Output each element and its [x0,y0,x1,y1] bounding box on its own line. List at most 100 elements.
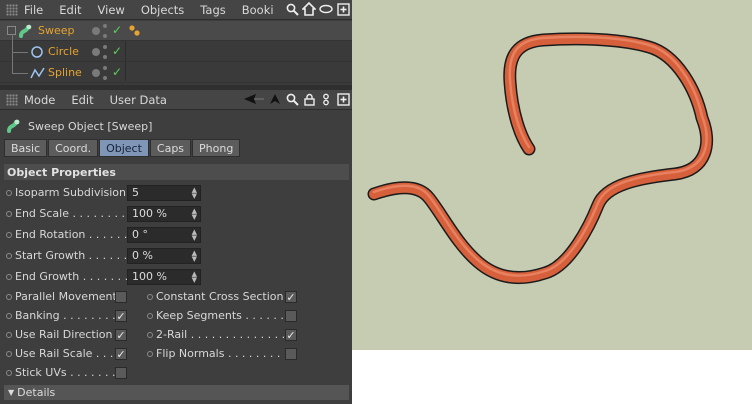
object-name-spline[interactable]: Spline [48,66,82,79]
editor-visibility-dot[interactable] [92,27,100,35]
animation-dot-icon[interactable] [147,293,153,300]
new-window-icon[interactable] [336,92,350,106]
sweep-object-icon [6,118,22,134]
animation-dot-icon[interactable] [6,210,12,217]
prop-label: Constant Cross Section [156,290,284,303]
eye-icon[interactable] [319,2,333,16]
start-growth-field[interactable]: 0 % ▲ ▼ [127,247,201,264]
menu-bookmarks[interactable]: Booki [242,3,274,17]
home-icon[interactable] [302,2,316,16]
menu-file[interactable]: File [24,3,43,17]
tab-phong[interactable]: Phong [192,139,241,157]
render-visibility-dots[interactable] [103,66,111,80]
stepper-icon[interactable]: ▲ ▼ [192,270,197,283]
menu-edit[interactable]: Edit [59,3,81,17]
field-value: 100 % [132,207,167,220]
lock-icon[interactable] [302,92,316,106]
two-rail-checkbox[interactable]: ✓ [285,328,297,341]
stepper-icon[interactable]: ▲ ▼ [192,207,197,220]
new-window-icon[interactable] [336,2,350,16]
field-value: 0 ° [132,228,148,241]
object-row-spline[interactable]: Spline ✓ [0,52,352,83]
prop-label: End Scale . . . . . . . . . [15,207,127,220]
tab-caps[interactable]: Caps [149,139,192,157]
flip-normals-checkbox[interactable] [285,347,297,360]
animation-dot-icon[interactable] [6,231,12,238]
isoparm-subdivision-field[interactable]: 5 ▲ ▼ [127,184,201,201]
animation-dot-icon[interactable] [6,350,12,357]
end-growth-field[interactable]: 100 % ▲ ▼ [127,268,201,285]
details-label: Details [17,386,56,399]
use-rail-scale-checkbox[interactable]: ✓ [115,347,127,360]
object-row-circle[interactable]: Circle ✓ [0,34,352,62]
object-row-sweep[interactable]: Sweep ✓ [0,21,352,41]
stepper-icon[interactable]: ▲ ▼ [192,186,197,199]
banking-checkbox[interactable]: ✓ [115,309,127,322]
details-section-toggle[interactable]: ▼ Details [4,385,349,400]
tree-line [12,52,13,73]
tag-icon[interactable] [128,24,142,41]
stepper-icon[interactable]: ▲ ▼ [192,249,197,262]
prop-flip-normals: Flip Normals . . . . . . . . . [147,345,297,362]
prop-use-rail-scale: Use Rail Scale . . . . ✓ [6,345,127,362]
editor-visibility-dot[interactable] [92,69,100,77]
end-rotation-field[interactable]: 0 ° ▲ ▼ [127,226,201,243]
animation-dot-icon[interactable] [6,189,12,196]
empty-area [352,350,752,404]
menu-tags[interactable]: Tags [200,3,225,17]
field-value: 5 [132,186,139,199]
enabled-check-icon[interactable]: ✓ [112,65,122,79]
stepper-icon[interactable]: ▲ ▼ [192,228,197,241]
tab-coord[interactable]: Coord. [48,139,99,157]
parallel-movement-checkbox[interactable] [115,290,127,303]
menu-mode[interactable]: Mode [24,93,55,107]
tree-line [12,52,28,53]
spline-icon [30,66,46,83]
use-rail-direction-checkbox[interactable]: ✓ [115,328,127,341]
back-arrow-icon[interactable] [243,92,265,106]
animation-dot-icon[interactable] [6,293,12,300]
object-name-circle[interactable]: Circle [48,45,79,58]
object-name-sweep[interactable]: Sweep [38,24,75,37]
object-manager-list: Sweep ✓ Circle ✓ Spline ✓ [0,21,352,85]
search-icon[interactable] [285,92,299,106]
prop-label: Parallel Movement [15,290,115,303]
prop-end-growth: End Growth . . . . . . . 100 % ▲ ▼ [6,268,201,285]
animation-dot-icon[interactable] [6,369,12,376]
prop-label: 2-Rail . . . . . . . . . . . . . . . [156,328,285,341]
stick-uvs-checkbox[interactable] [115,366,127,379]
render-visibility-dots[interactable] [103,24,111,38]
grip-icon[interactable] [6,3,18,16]
3d-viewport[interactable] [352,0,752,350]
enabled-check-icon[interactable]: ✓ [112,23,122,37]
prop-label: Stick UVs . . . . . . . . [15,366,115,379]
animation-dot-icon[interactable] [147,331,153,338]
keep-segments-checkbox[interactable] [285,309,297,322]
prop-constant-cross-section: Constant Cross Section ✓ [147,288,297,305]
animation-dot-icon[interactable] [6,331,12,338]
forward-arrow-icon[interactable] [268,92,282,106]
menu-view[interactable]: View [98,3,125,17]
grip-icon[interactable] [6,93,18,106]
render-visibility-dots[interactable] [103,45,111,59]
tab-basic[interactable]: Basic [4,139,48,157]
menu-edit[interactable]: Edit [71,93,93,107]
prop-banking: Banking . . . . . . . . . ✓ [6,307,127,324]
menu-user-data[interactable]: User Data [110,93,167,107]
animation-dot-icon[interactable] [6,252,12,259]
constant-cross-section-checkbox[interactable]: ✓ [285,290,297,303]
animation-dot-icon[interactable] [147,312,153,319]
animation-dot-icon[interactable] [147,350,153,357]
section-header: Object Properties [4,164,349,180]
enabled-check-icon[interactable]: ✓ [112,44,122,58]
settings-icon[interactable] [319,92,333,106]
menu-objects[interactable]: Objects [141,3,184,17]
tab-object[interactable]: Object [99,139,149,157]
animation-dot-icon[interactable] [6,312,12,319]
prop-use-rail-direction: Use Rail Direction ✓ [6,326,127,343]
end-scale-field[interactable]: 100 % ▲ ▼ [127,205,201,222]
search-icon[interactable] [285,2,299,16]
editor-visibility-dot[interactable] [92,48,100,56]
left-panel: File Edit View Objects Tags Booki Sweep … [0,0,352,404]
animation-dot-icon[interactable] [6,273,12,280]
